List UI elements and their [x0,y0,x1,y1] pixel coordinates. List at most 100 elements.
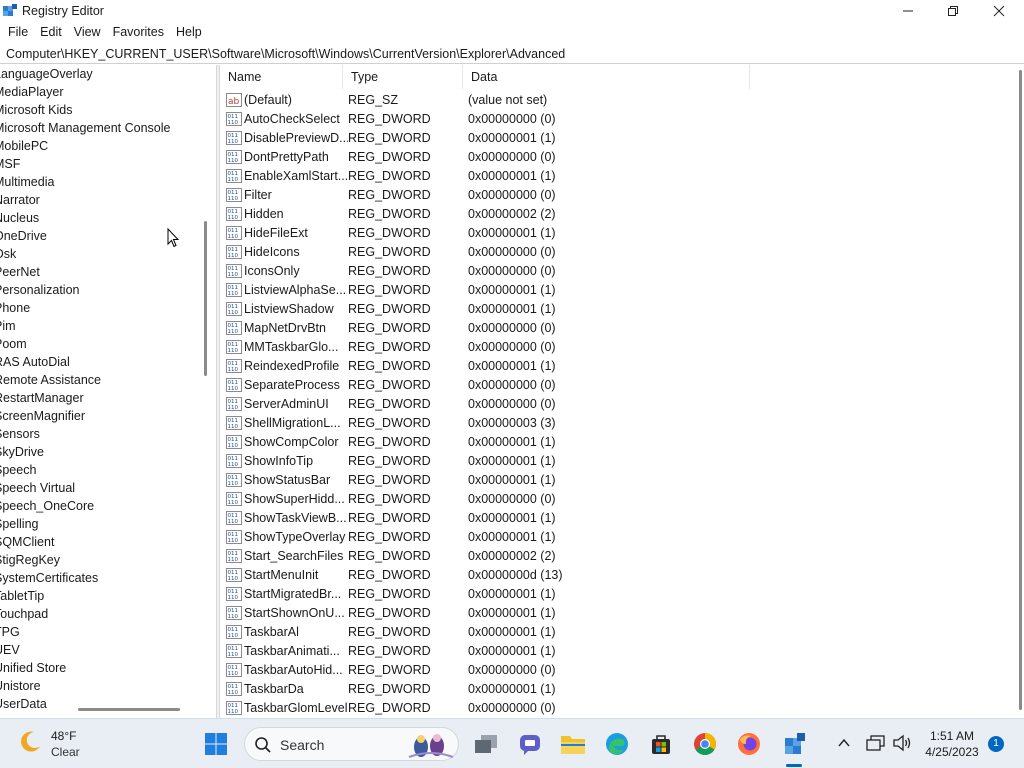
value-row[interactable]: 011 110 StartMenuInit REG_DWORD 0x0000000d (… [220,565,768,584]
value-row[interactable]: 011 110 MapNetDrvBtn REG_DWORD 0x00000000 (0… [220,318,768,337]
value-row[interactable]: 011 110 DisablePreviewD... REG_DWORD 0x00000… [220,128,768,147]
tree-key-item[interactable]: UEV [0,641,194,659]
tree-key-item[interactable]: TPG [0,623,194,641]
value-row[interactable]: 011 110 TaskbarDa REG_DWORD 0x00000001 (1) [220,679,768,698]
value-row[interactable]: 011 110 ShellMigrationL... REG_DWORD 0x00000… [220,413,768,432]
tree-key-item[interactable]: Personalization [0,281,194,299]
address-path[interactable]: Computer\HKEY_CURRENT_USER\Software\Micr… [6,47,565,61]
task-view-button[interactable] [470,728,502,760]
chrome-button[interactable] [689,728,721,760]
weather-description[interactable]: Clear [51,745,80,759]
tree-key-item[interactable]: Unistore [0,677,194,695]
tree-vertical-scrollbar[interactable] [204,221,207,376]
menu-edit[interactable]: Edit [34,22,68,43]
tree-key-item[interactable]: Speech Virtual [0,479,194,497]
value-row[interactable]: 011 110 MMTaskbarGlo... REG_DWORD 0x00000000… [220,337,768,356]
value-row[interactable]: 011 110 TaskbarAutoHid... REG_DWORD 0x000000… [220,660,768,679]
column-header-data[interactable]: Data [463,65,750,89]
minimize-button[interactable] [885,0,931,22]
tree-horizontal-scrollbar[interactable] [78,708,180,711]
value-row[interactable]: 011 110 TaskbarAnimati... REG_DWORD 0x000000… [220,641,768,660]
tree-key-item[interactable]: TabletTip [0,587,194,605]
tree-key-item[interactable]: RAS AutoDial [0,353,194,371]
tree-key-item[interactable]: SQMClient [0,533,194,551]
file-explorer-button[interactable] [557,728,589,760]
list-vertical-scrollbar[interactable] [1019,70,1022,710]
value-row[interactable]: 011 110 Filter REG_DWORD 0x00000000 (0) [220,185,768,204]
value-row[interactable]: 011 110 HideFileExt REG_DWORD 0x00000001 (1) [220,223,768,242]
tree-key-item[interactable]: Multimedia [0,173,194,191]
value-row[interactable]: 011 110 Hidden REG_DWORD 0x00000002 (2) [220,204,768,223]
value-row[interactable]: 011 110 StartMigratedBr... REG_DWORD 0x00000… [220,584,768,603]
value-row[interactable]: 011 110 SeparateProcess REG_DWORD 0x00000000… [220,375,768,394]
column-header-type[interactable]: Type [343,65,463,89]
value-row[interactable]: ab (Default) REG_SZ (value not set) [220,90,768,109]
tree-key-item[interactable]: ScreenMagnifier [0,407,194,425]
store-button[interactable] [645,728,677,760]
clock-time[interactable]: 1:51 AM [920,729,984,743]
tree-key-item[interactable]: Nucleus [0,209,194,227]
tree-key-item[interactable]: Unified Store [0,659,194,677]
value-row[interactable]: 011 110 ReindexedProfile REG_DWORD 0x0000000… [220,356,768,375]
value-row[interactable]: 011 110 TaskbarGlomLevel REG_DWORD 0x0000000… [220,698,768,717]
value-row[interactable]: 011 110 ShowTypeOverlay REG_DWORD 0x00000001… [220,527,768,546]
tree-key-item[interactable]: Pim [0,317,194,335]
value-row[interactable]: 011 110 Start_SearchFiles REG_DWORD 0x000000… [220,546,768,565]
tree-key-item[interactable]: Spelling [0,515,194,533]
value-row[interactable]: 011 110 ListviewShadow REG_DWORD 0x00000001 … [220,299,768,318]
value-row[interactable]: 011 110 ListviewAlphaSe... REG_DWORD 0x00000… [220,280,768,299]
clock-date[interactable]: 4/25/2023 [920,745,984,759]
value-row[interactable]: 011 110 ShowTaskViewB... REG_DWORD 0x0000000… [220,508,768,527]
menu-favorites[interactable]: Favorites [107,22,170,43]
value-row[interactable]: 011 110 ShowCompColor REG_DWORD 0x00000001 (… [220,432,768,451]
firefox-button[interactable] [733,728,765,760]
tree-key-item[interactable]: RestartManager [0,389,194,407]
address-bar[interactable]: Computer\HKEY_CURRENT_USER\Software\Micr… [0,43,1024,64]
menu-view[interactable]: View [68,22,107,43]
maximize-button[interactable] [930,0,976,22]
column-header-name[interactable]: Name [220,65,343,89]
value-row[interactable]: 011 110 ShowSuperHidd... REG_DWORD 0x0000000… [220,489,768,508]
tree-key-item[interactable]: Touchpad [0,605,194,623]
tree-key-item[interactable]: Sensors [0,425,194,443]
volume-icon[interactable] [892,734,912,752]
value-row[interactable]: 011 110 ShowStatusBar REG_DWORD 0x00000001 (… [220,470,768,489]
moon-icon[interactable] [17,729,43,755]
menu-file[interactable]: File [2,22,34,43]
tree-key-item[interactable]: Speech [0,461,194,479]
tree-key-item[interactable]: Microsoft Management Console [0,119,194,137]
tree-key-item[interactable]: Microsoft Kids [0,101,194,119]
start-button[interactable] [200,728,232,760]
tree-key-item[interactable]: Narrator [0,191,194,209]
tree-key-item[interactable]: StigRegKey [0,551,194,569]
value-row[interactable]: 011 110 DontPrettyPath REG_DWORD 0x00000000 … [220,147,768,166]
value-row[interactable]: 011 110 ShowInfoTip REG_DWORD 0x00000001 (1) [220,451,768,470]
value-row[interactable]: 011 110 ServerAdminUI REG_DWORD 0x00000000 (… [220,394,768,413]
tree-key-item[interactable]: MobilePC [0,137,194,155]
tree-key-item[interactable]: Phone [0,299,194,317]
value-row[interactable]: 011 110 EnableXamlStart... REG_DWORD 0x00000… [220,166,768,185]
tree-key-item[interactable]: Speech_OneCore [0,497,194,515]
tree-key-item[interactable]: PeerNet [0,263,194,281]
weather-temperature[interactable]: 48°F [51,729,76,743]
tree-key-item[interactable]: Poom [0,335,194,353]
chevron-up-icon[interactable] [836,735,852,751]
notification-badge[interactable]: 1 [988,736,1004,752]
value-row[interactable]: 011 110 StartShownOnU... REG_DWORD 0x0000000… [220,603,768,622]
network-icon[interactable] [866,734,886,752]
tree-key-item[interactable]: Remote Assistance [0,371,194,389]
edge-button[interactable] [601,728,633,760]
tree-key-item[interactable]: SystemCertificates [0,569,194,587]
tree-key-item[interactable]: SkyDrive [0,443,194,461]
value-row[interactable]: 011 110 TaskbarAl REG_DWORD 0x00000001 (1) [220,622,768,641]
tree-key-item[interactable]: MediaPlayer [0,83,194,101]
value-row[interactable]: 011 110 AutoCheckSelect REG_DWORD 0x00000000… [220,109,768,128]
value-row[interactable]: 011 110 HideIcons REG_DWORD 0x00000000 (0) [220,242,768,261]
registry-editor-taskbar-button[interactable] [778,728,810,760]
tree-key-item[interactable]: LanguageOverlay [0,65,194,83]
value-row[interactable]: 011 110 IconsOnly REG_DWORD 0x00000000 (0) [220,261,768,280]
close-button[interactable] [976,0,1022,22]
tree-key-item[interactable]: OneDrive [0,227,194,245]
tree-key-item[interactable]: Osk [0,245,194,263]
menu-help[interactable]: Help [170,22,208,43]
